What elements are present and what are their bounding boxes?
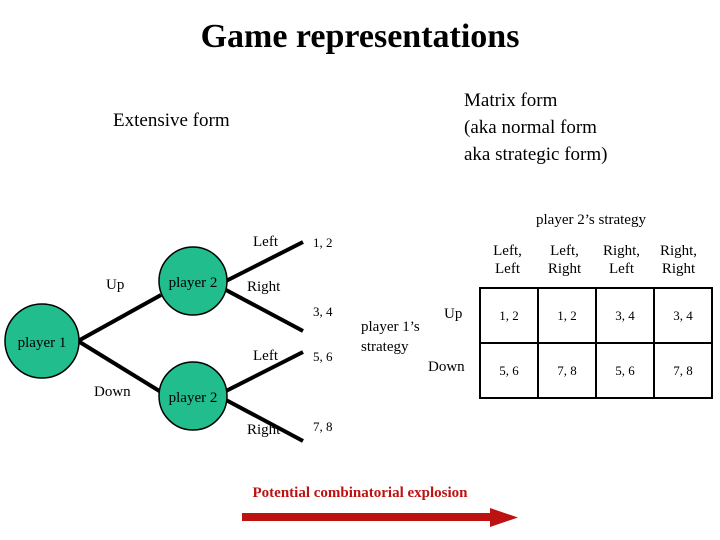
matrix-cell: 1, 2: [479, 287, 539, 344]
tree-payoff-upper-left: 1, 2: [313, 235, 333, 250]
extensive-form-heading: Extensive form: [113, 110, 230, 131]
page-title: Game representations: [200, 18, 520, 55]
combinatorial-explosion-text: Potential combinatorial explosion: [252, 485, 468, 501]
matrix-column-header: Right, Right: [659, 243, 698, 277]
matrix-column-header: Left, Left: [493, 243, 522, 277]
matrix-column-header: Left, Right: [547, 243, 582, 277]
matrix-column-header: Right, Left: [602, 243, 641, 277]
tree-edge-label-upper-left: Left: [253, 234, 278, 250]
extensive-form-tree: player 1 player 2 player 2: [4, 240, 304, 443]
matrix-column-group-label: player 2’s strategy: [536, 212, 646, 228]
matrix-row-header-down: Down: [428, 359, 465, 375]
table-row: 5, 6 7, 8 5, 6 7, 8: [479, 342, 713, 399]
matrix-cell: 3, 4: [653, 287, 713, 344]
tree-payoff-lower-right: 7, 8: [313, 419, 333, 434]
tree-edge-upper-right: [225, 288, 304, 333]
tree-edge-label-up: Up: [106, 277, 125, 293]
matrix-cell: 1, 2: [537, 287, 597, 344]
tree-edge-label-upper-right: Right: [247, 279, 281, 295]
payoff-matrix-table: 1, 2 1, 2 3, 4 3, 4 5, 6 7, 8 5, 6 7, 8: [479, 287, 713, 399]
slide-canvas: Game representations Extensive form Matr…: [0, 0, 720, 540]
tree-node-player-1[interactable]: player 1: [4, 303, 80, 379]
table-row: 1, 2 1, 2 3, 4 3, 4: [479, 287, 713, 344]
tree-node-player-2-upper-label: player 2: [169, 275, 218, 291]
matrix-row-group-label: player 1’s strategy: [361, 319, 420, 356]
tree-payoff-lower-left: 5, 6: [313, 349, 333, 364]
tree-node-player-1-label: player 1: [18, 335, 67, 351]
tree-edge-label-lower-right: Right: [247, 422, 281, 438]
matrix-cell: 7, 8: [537, 342, 597, 399]
tree-payoff-upper-right: 3, 4: [313, 304, 333, 319]
matrix-cell: 7, 8: [653, 342, 713, 399]
matrix-cell: 3, 4: [595, 287, 655, 344]
matrix-form-heading: Matrix form (aka normal form aka strateg…: [464, 90, 608, 165]
tree-node-player-2-upper[interactable]: player 2: [158, 246, 228, 316]
tree-node-player-2-lower-label: player 2: [169, 390, 218, 406]
matrix-cell: 5, 6: [479, 342, 539, 399]
tree-edge-up: [77, 293, 162, 343]
matrix-cell: 5, 6: [595, 342, 655, 399]
tree-edge-label-down: Down: [94, 384, 131, 400]
tree-edge-label-lower-left: Left: [253, 348, 278, 364]
matrix-row-header-up: Up: [444, 306, 463, 322]
matrix-column-headers: Left, Left Left, Right Right, Left Right…: [479, 243, 707, 278]
right-arrow-icon: [242, 508, 518, 527]
tree-node-player-2-lower[interactable]: player 2: [158, 361, 228, 431]
